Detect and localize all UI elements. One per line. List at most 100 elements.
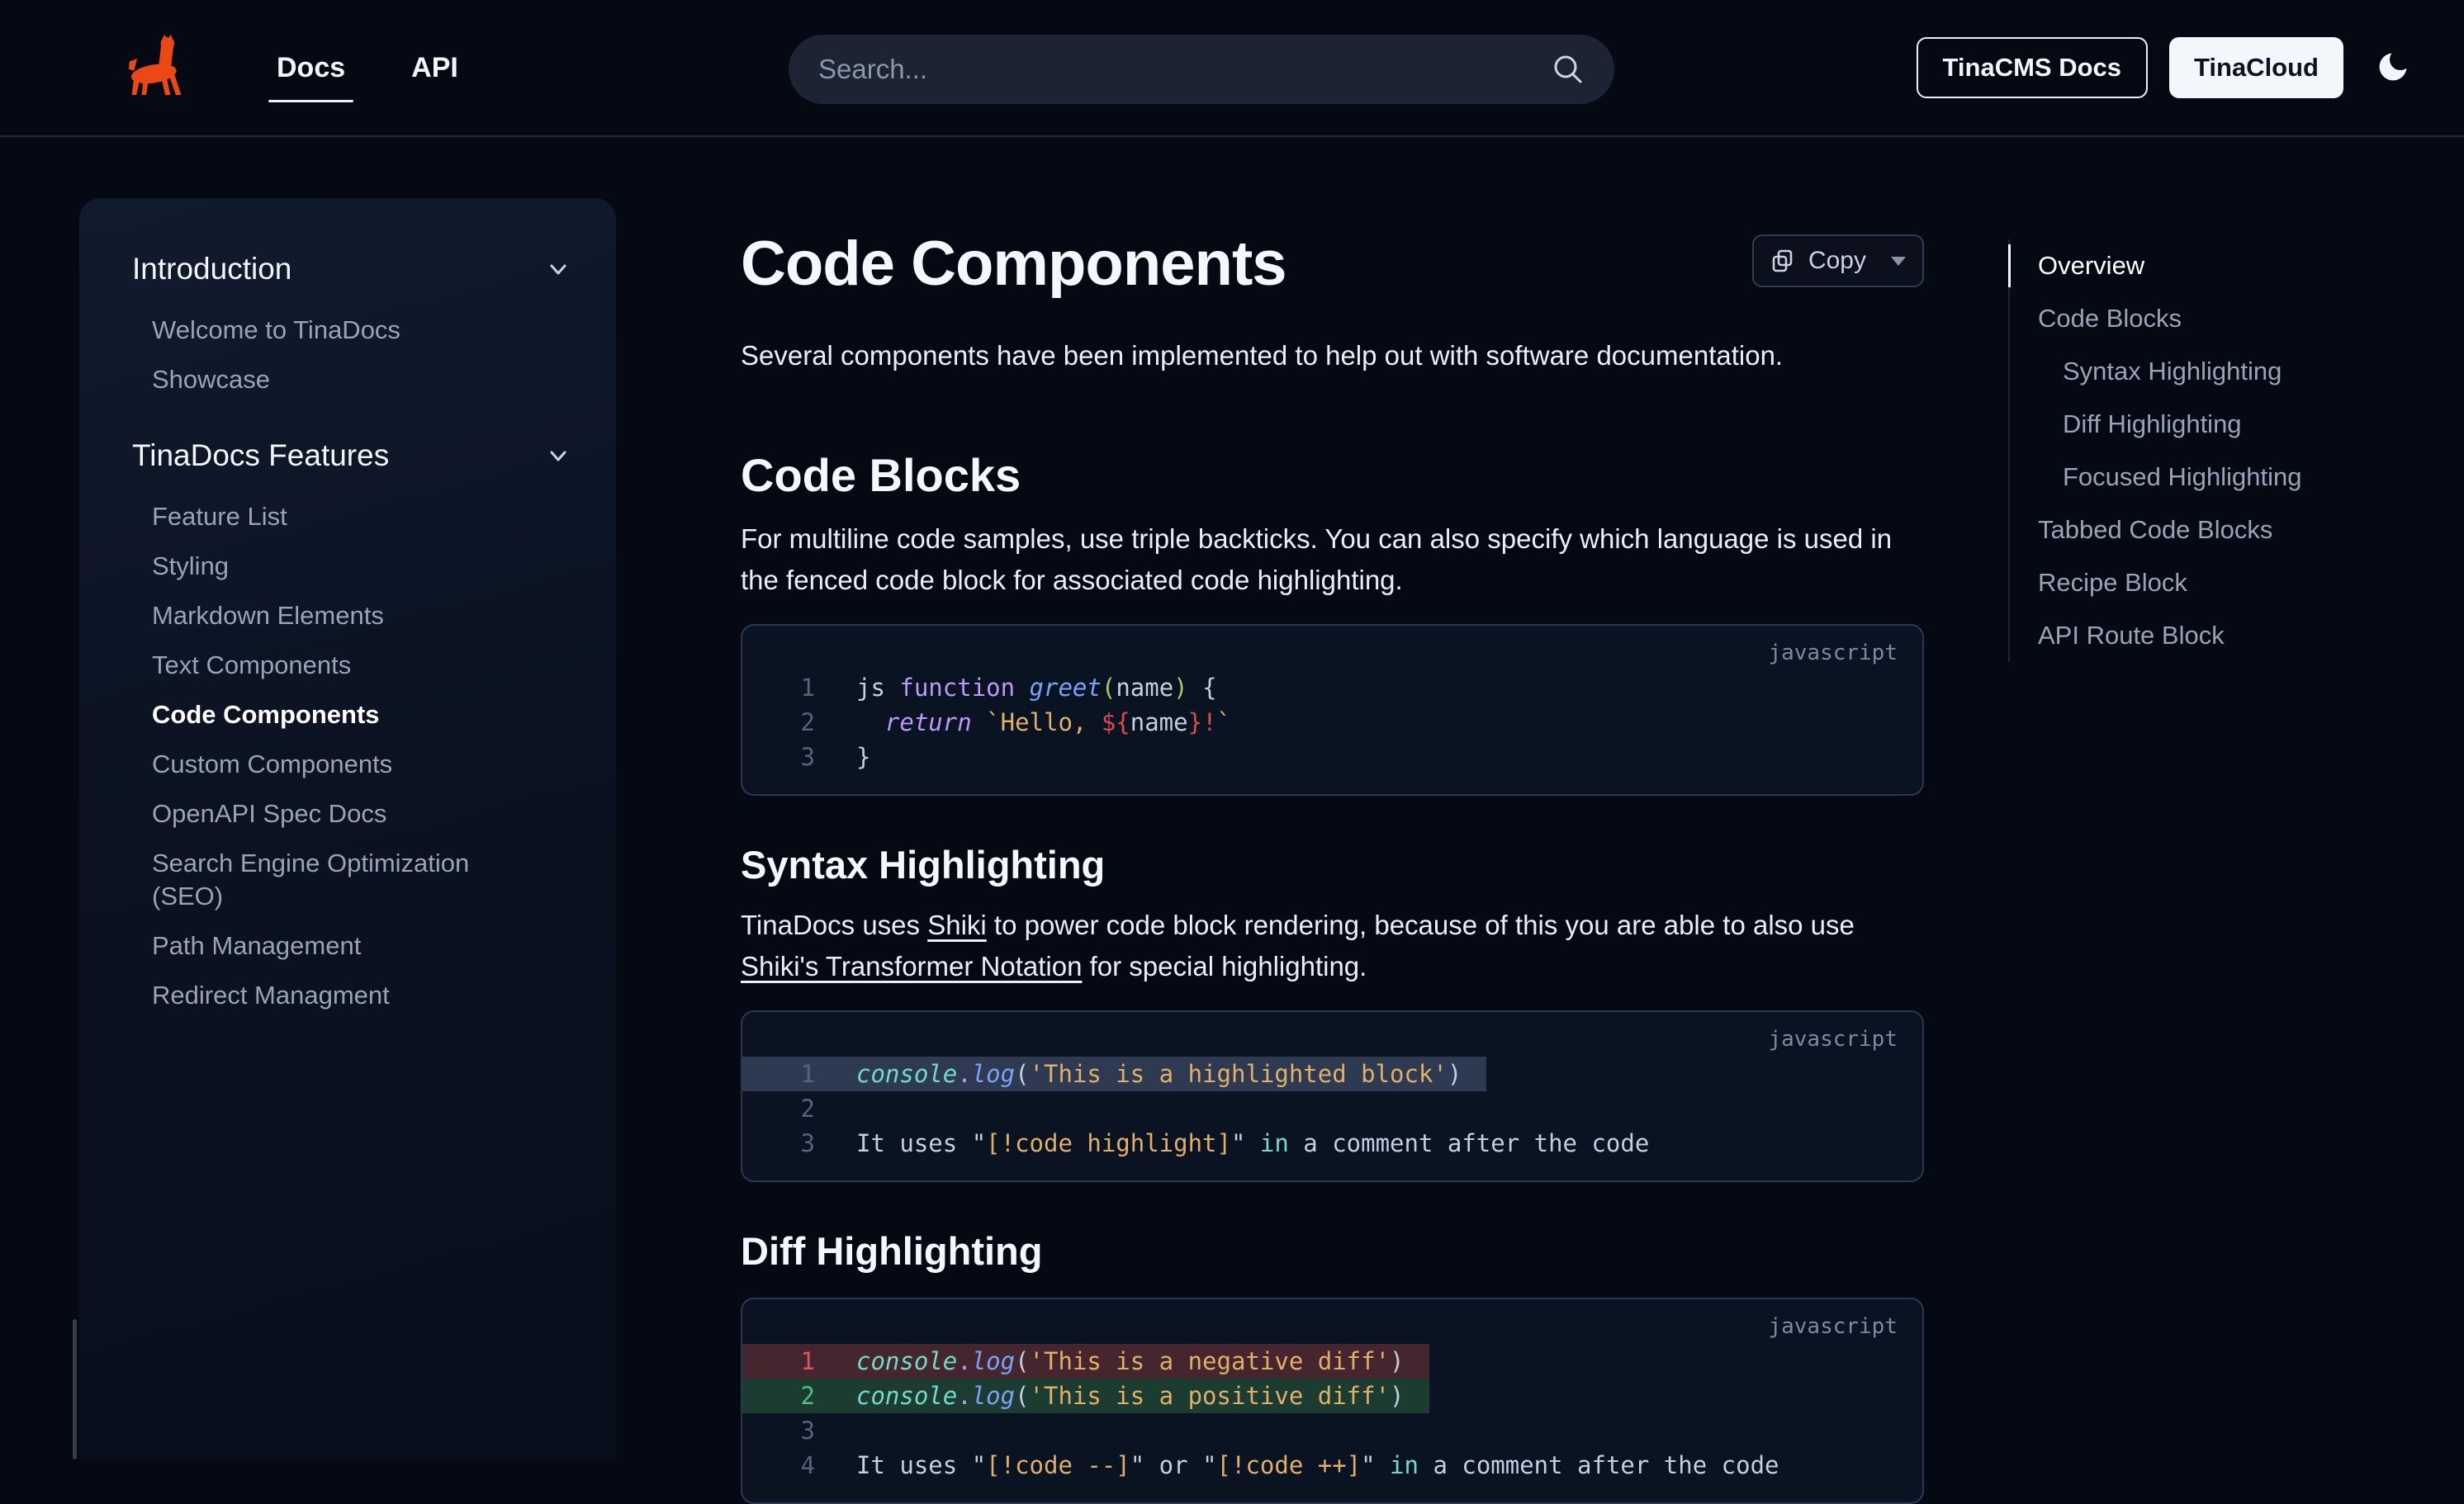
toc-item-focused-highlighting[interactable]: Focused Highlighting: [2010, 451, 2438, 504]
code-token: name: [1130, 708, 1188, 736]
sidebar-item-showcase[interactable]: Showcase: [152, 355, 532, 404]
code-token: ): [1448, 1060, 1462, 1088]
code-token: .: [957, 1347, 971, 1375]
code-token: ): [1390, 1382, 1404, 1410]
sidebar-item-search-engine-optimization-seo[interactable]: Search Engine Optimization (SEO): [152, 839, 532, 921]
code-token: console: [856, 1060, 957, 1088]
code-text: console.log('This is a positive diff'): [815, 1379, 1405, 1413]
sidebar-item-feature-list[interactable]: Feature List: [152, 492, 532, 542]
code-text: console.log('This is a negative diff'): [815, 1344, 1405, 1379]
code-lines: 1console.log('This is a negative diff')2…: [742, 1344, 1922, 1483]
table-of-contents: OverviewCode BlocksSyntax HighlightingDi…: [2008, 137, 2438, 662]
line-number: 2: [742, 1091, 815, 1126]
caret-down-icon: [1891, 257, 1906, 266]
page-title: Code Components: [741, 229, 1286, 299]
code-token: in: [1260, 1129, 1289, 1157]
line-number: 1: [742, 1057, 815, 1091]
tina-llama-logo[interactable]: [128, 32, 204, 103]
llama-icon: [129, 35, 181, 96]
sidebar-item-code-components[interactable]: Code Components: [152, 690, 532, 740]
doc-link-shiki-s-transformer-notation[interactable]: Shiki's Transformer Notation: [741, 951, 1082, 981]
code-text: [815, 1413, 856, 1448]
code-token: It uses: [856, 1129, 972, 1157]
code-token: }: [1188, 708, 1202, 736]
sidebar-item-openapi-spec-docs[interactable]: OpenAPI Spec Docs: [152, 789, 532, 839]
text-segment: for special highlighting.: [1082, 951, 1367, 981]
sidebar-item-welcome-to-tinadocs[interactable]: Welcome to TinaDocs: [152, 305, 532, 355]
code-line: 2console.log('This is a positive diff'): [742, 1379, 1429, 1413]
code-token: [972, 708, 986, 736]
sidebar-section-header[interactable]: TinaDocs Features: [132, 437, 570, 474]
code-token: 'This is a highlighted block': [1030, 1060, 1448, 1088]
chevron-down-icon: [547, 444, 570, 467]
code-token: console: [856, 1382, 957, 1410]
code-line: 4It uses "[!code --]" or "[!code ++]" in…: [742, 1448, 1922, 1483]
code-token: ): [1390, 1347, 1404, 1375]
code-line: 2: [742, 1091, 1922, 1126]
code-token: function: [899, 674, 1015, 702]
doc-link-shiki[interactable]: Shiki: [927, 910, 987, 940]
code-token: return: [885, 708, 972, 736]
sidebar-section-header[interactable]: Introduction: [132, 251, 570, 287]
copy-button[interactable]: Copy: [1752, 234, 1924, 287]
line-number: 2: [742, 705, 815, 740]
code-line: 3: [742, 1413, 1922, 1448]
sidebar-scrollbar[interactable]: [73, 1319, 77, 1459]
theme-toggle-button[interactable]: [2372, 46, 2414, 89]
intro-paragraph: Several components have been implemented…: [741, 335, 1924, 376]
code-token: `: [1217, 708, 1231, 736]
sidebar-item-markdown-elements[interactable]: Markdown Elements: [152, 591, 532, 641]
code-token: It uses: [856, 1451, 972, 1479]
code-lines: 1js function greet(name) {2 return `Hell…: [742, 670, 1922, 774]
toc-list: OverviewCode BlocksSyntax HighlightingDi…: [2008, 239, 2438, 662]
code-token: }: [856, 743, 870, 771]
code-text: }: [815, 740, 870, 774]
title-row: Code Components Copy: [741, 229, 1924, 299]
nav-button-tinacloud[interactable]: TinaCloud: [2169, 37, 2343, 98]
section-heading-diff-highlighting: Diff Highlighting: [741, 1228, 1924, 1275]
toc-item-tabbed-code-blocks[interactable]: Tabbed Code Blocks: [2010, 504, 2438, 556]
sidebar-items: Feature ListStylingMarkdown ElementsText…: [152, 492, 532, 1020]
copy-icon: [1770, 248, 1795, 273]
code-token: ": [1231, 1129, 1245, 1157]
toc-item-api-route-block[interactable]: API Route Block: [2010, 609, 2438, 662]
sidebar: Introduction Welcome to TinaDocsShowcase T…: [79, 198, 616, 1459]
code-text: [815, 1091, 856, 1126]
toc-item-diff-highlighting[interactable]: Diff Highlighting: [2010, 398, 2438, 451]
search-input[interactable]: [817, 53, 1550, 86]
sidebar-item-redirect-managment[interactable]: Redirect Managment: [152, 971, 532, 1020]
toc-item-recipe-block[interactable]: Recipe Block: [2010, 556, 2438, 609]
code-token: greet: [1030, 674, 1102, 702]
line-number: 3: [742, 1126, 815, 1161]
toc-item-code-blocks[interactable]: Code Blocks: [2010, 292, 2438, 345]
sidebar-item-styling[interactable]: Styling: [152, 542, 532, 591]
code-token: ): [1173, 674, 1187, 702]
code-token: log: [972, 1347, 1015, 1375]
code-line: 3It uses "[!code highlight]" in a commen…: [742, 1126, 1922, 1161]
code-lang-label: javascript: [1768, 641, 1898, 665]
code-token: [856, 708, 885, 736]
code-lang-label: javascript: [1768, 1314, 1898, 1339]
main-content: Code Components Copy Several components …: [741, 137, 1924, 1504]
code-token: `Hello,: [986, 708, 1102, 736]
code-token: .: [957, 1060, 971, 1088]
nav-link-docs[interactable]: Docs: [277, 52, 345, 84]
code-token: in: [1390, 1451, 1419, 1479]
line-number: 3: [742, 740, 815, 774]
sidebar-item-path-management[interactable]: Path Management: [152, 921, 532, 971]
sidebar-section-introduction: Introduction Welcome to TinaDocsShowcase: [132, 251, 570, 404]
code-text: return `Hello, ${name}!`: [815, 705, 1231, 740]
toc-item-syntax-highlighting[interactable]: Syntax Highlighting: [2010, 345, 2438, 398]
code-token: !: [1202, 708, 1216, 736]
sidebar-item-custom-components[interactable]: Custom Components: [152, 740, 532, 789]
search-icon[interactable]: [1550, 51, 1586, 87]
sidebar-item-text-components[interactable]: Text Components: [152, 641, 532, 690]
chevron-down-icon: [547, 258, 570, 281]
nav-link-api[interactable]: API: [411, 52, 458, 84]
code-lines: 1console.log('This is a highlighted bloc…: [742, 1057, 1922, 1161]
nav-button-tinacms-docs[interactable]: TinaCMS Docs: [1917, 37, 2148, 98]
search-bar[interactable]: [789, 35, 1614, 104]
code-token: ": [1361, 1451, 1375, 1479]
code-text: It uses "[!code --]" or "[!code ++]" in …: [815, 1448, 1779, 1483]
toc-item-overview[interactable]: Overview: [2010, 239, 2438, 292]
